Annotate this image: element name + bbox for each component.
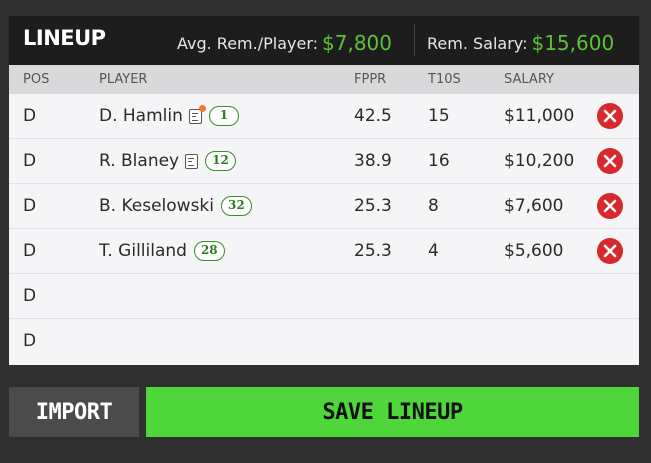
player-news-icon[interactable]: [185, 153, 199, 169]
row-player: B. Keselowski 32: [99, 196, 252, 216]
row-player: D. Hamlin 1: [99, 104, 239, 126]
remove-player-button[interactable]: [597, 103, 623, 129]
player-name[interactable]: D. Hamlin: [99, 106, 183, 126]
row-t10s: 15: [428, 106, 450, 126]
row-pos: D: [23, 331, 37, 351]
column-header-pos: POS: [23, 72, 50, 87]
remaining-salary-label: Rem. Salary:: [427, 34, 528, 53]
save-lineup-button[interactable]: SAVE LINEUP: [146, 387, 639, 437]
row-pos: D: [23, 106, 37, 126]
remove-player-button[interactable]: [597, 148, 623, 174]
table-row: D B. Keselowski 32 25.3 8 $7,600: [9, 184, 639, 229]
row-pos: D: [23, 151, 37, 171]
row-fppr: 38.9: [354, 151, 392, 171]
car-number-badge: 1: [208, 106, 239, 126]
row-fppr: 42.5: [354, 106, 392, 126]
avg-remaining-label: Avg. Rem./Player:: [177, 34, 319, 53]
lineup-rows: D D. Hamlin 1 42.5 15 $11,000 D R. Blaney 12 38.9…: [9, 94, 639, 364]
column-header-player: PLAYER: [99, 72, 148, 87]
row-salary: $5,600: [504, 241, 564, 261]
player-name[interactable]: T. Gilliland: [99, 241, 187, 261]
row-t10s: 8: [428, 196, 439, 216]
row-salary: $10,200: [504, 151, 575, 171]
car-number-badge: 12: [205, 151, 236, 171]
row-t10s: 16: [428, 151, 450, 171]
lineup-title: LINEUP: [23, 26, 106, 50]
import-button[interactable]: IMPORT: [9, 387, 139, 437]
row-pos: D: [23, 241, 37, 261]
table-row: D: [9, 319, 639, 364]
column-header-fppr: FPPR: [354, 72, 387, 87]
lineup-header: LINEUP Avg. Rem./Player: $7,800 Rem. Sala…: [9, 16, 639, 65]
lineup-panel: LINEUP Avg. Rem./Player: $7,800 Rem. Sala…: [9, 16, 639, 365]
row-fppr: 25.3: [354, 196, 392, 216]
close-icon: [603, 109, 617, 123]
close-icon: [603, 244, 617, 258]
column-header-salary: SALARY: [504, 72, 554, 87]
player-name[interactable]: B. Keselowski: [99, 196, 214, 216]
table-row: D: [9, 274, 639, 319]
avg-remaining-per-player: Avg. Rem./Player: $7,800: [177, 30, 392, 55]
remove-player-button[interactable]: [597, 238, 623, 264]
row-player: R. Blaney 12: [99, 151, 236, 171]
row-pos: D: [23, 286, 37, 306]
close-icon: [603, 154, 617, 168]
remaining-salary-value: $15,600: [531, 31, 615, 55]
remaining-salary: Rem. Salary: $15,600: [427, 30, 615, 55]
news-alert-dot: [198, 104, 206, 112]
header-divider: [414, 24, 415, 56]
table-row: D D. Hamlin 1 42.5 15 $11,000: [9, 94, 639, 139]
column-header-t10s: T10S: [428, 72, 461, 87]
table-row: D R. Blaney 12 38.9 16 $10,200: [9, 139, 639, 184]
row-salary: $7,600: [504, 196, 564, 216]
player-news-icon[interactable]: [188, 104, 206, 124]
remove-player-button[interactable]: [597, 193, 623, 219]
car-number-badge: 32: [221, 196, 252, 216]
row-salary: $11,000: [504, 106, 575, 126]
avg-remaining-value: $7,800: [322, 31, 392, 55]
row-pos: D: [23, 196, 37, 216]
table-row: D T. Gilliland 28 25.3 4 $5,600: [9, 229, 639, 274]
row-fppr: 25.3: [354, 241, 392, 261]
player-name[interactable]: R. Blaney: [99, 151, 179, 171]
row-player: T. Gilliland 28: [99, 241, 225, 261]
close-icon: [603, 199, 617, 213]
car-number-badge: 28: [193, 241, 225, 261]
row-t10s: 4: [428, 241, 439, 261]
column-headers: POS PLAYER FPPR T10S SALARY: [9, 65, 639, 94]
